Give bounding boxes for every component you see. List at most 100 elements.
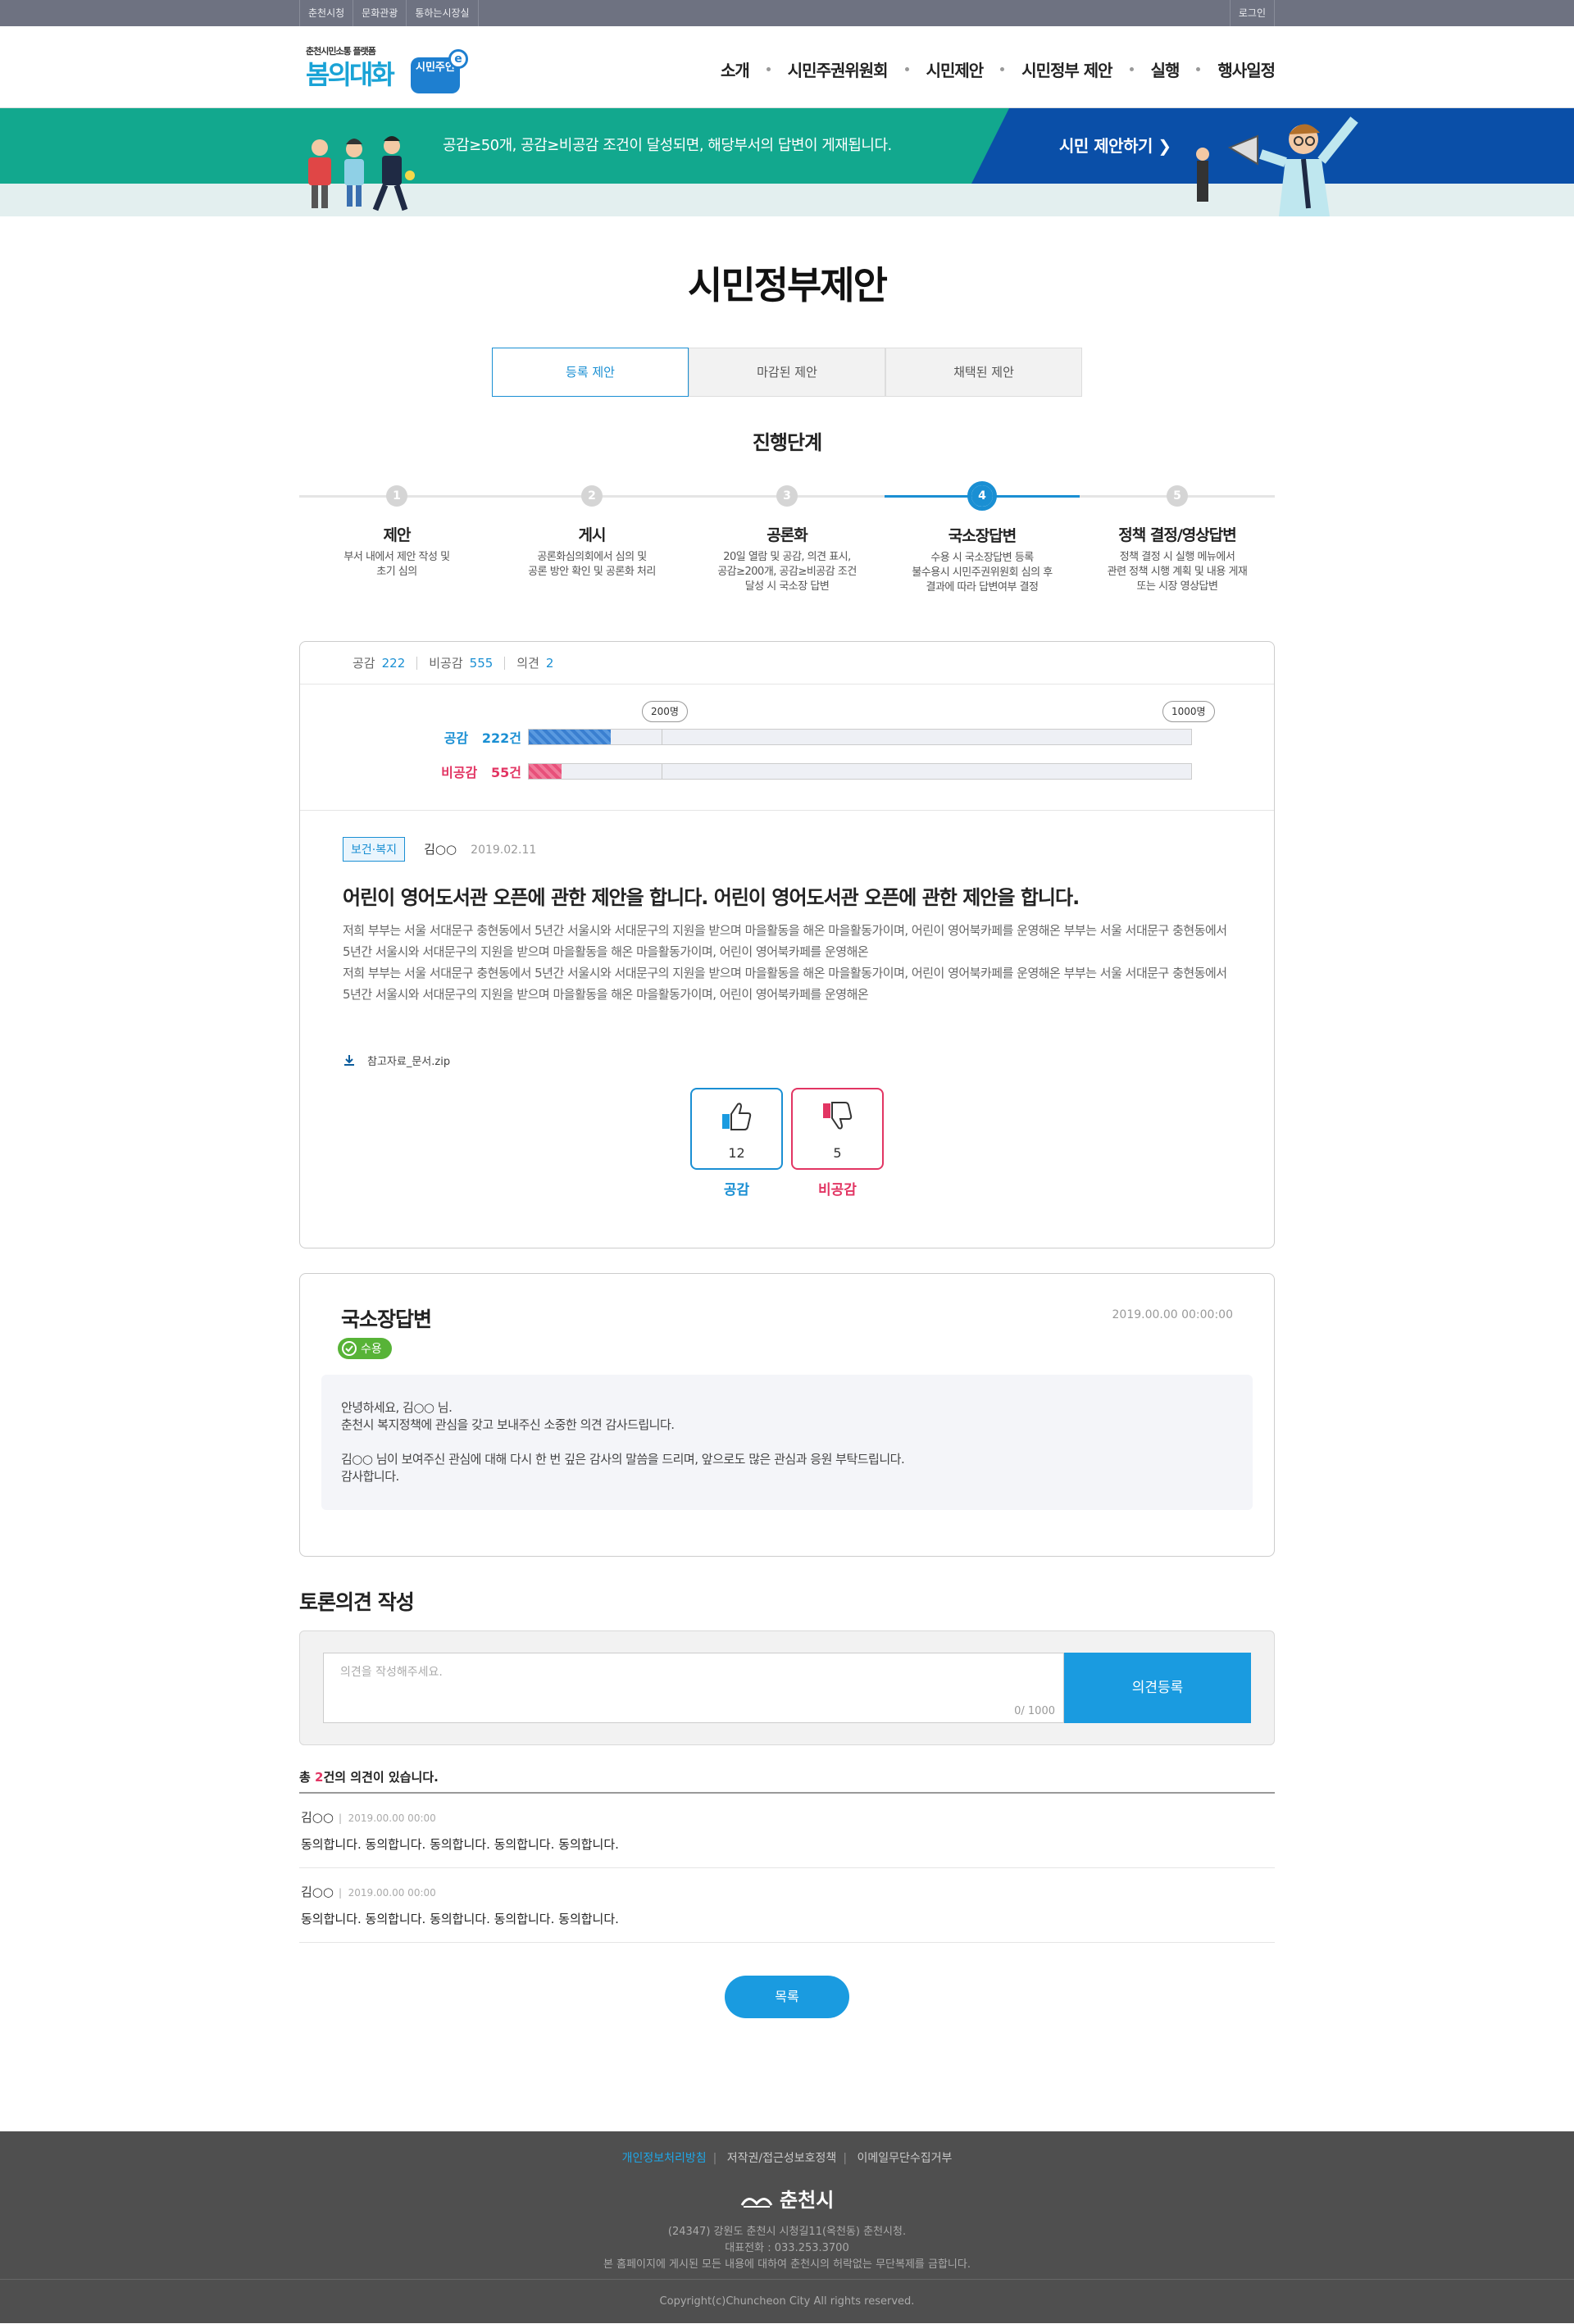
disagree-gauge-label: 비공감 55건 — [441, 765, 521, 780]
content: 시민정부제안 등록 제안 마감된 제안 채택된 제안 진행단계 1 제안 부서 … — [299, 256, 1275, 2018]
step-title: 정책 결정/영상답변 — [1118, 526, 1236, 544]
proposal-text: 저희 부부는 서울 서대문구 충현동에서 5년간 서울시와 서대문구의 지원을 … — [343, 923, 1227, 1002]
char-counter: 0/ 1000 — [1014, 1705, 1055, 1717]
util-link-cityhall[interactable]: 춘천시청 — [299, 0, 353, 26]
progress-steps: 1 제안 부서 내에서 제안 작성 및 초기 심의 2 게시 공론화심의회에서 … — [299, 481, 1275, 595]
proposal-title: 어린이 영어도서관 오픈에 관한 제안을 합니다. 어린이 영어도서관 오픈에 … — [343, 886, 1080, 909]
disagree-button[interactable]: 5 — [791, 1088, 884, 1170]
megaphone-man-illustration — [1196, 116, 1358, 216]
submit-comment-button[interactable]: 의견등록 — [1064, 1653, 1251, 1723]
threshold-marker-200: 200명 — [642, 701, 688, 722]
tab-registered[interactable]: 등록 제안 — [492, 348, 689, 397]
step-title: 게시 — [578, 526, 607, 544]
footer-link-privacy[interactable]: 개인정보처리방침 — [622, 2152, 707, 2165]
footer-link-copyright[interactable]: 저작권/접근성보호정책 — [727, 2152, 837, 2165]
proposal-detail: 공감 222 비공감 555 의견 2 200명 1000명 공감 222건 비공감 … — [299, 641, 1275, 1248]
disagree-count: 5 — [833, 1145, 842, 1161]
footer-copyright: Copyright(c)Chuncheon City All rights re… — [0, 2279, 1574, 2323]
nav-separator — [766, 67, 771, 71]
list-button[interactable]: 목록 — [725, 1976, 849, 2018]
nav-item-citizen-proposal[interactable]: 시민제안 — [926, 57, 985, 81]
step-number: 4 — [967, 481, 997, 511]
comment-placeholder: 의견을 작성해주세요. — [340, 1666, 443, 1679]
nav-item-execution[interactable]: 실행 — [1151, 57, 1180, 81]
thumbs-down-icon — [822, 1102, 852, 1130]
attachment-link[interactable]: 참고자료_문서.zip — [343, 1053, 1231, 1068]
disagree-summary-count: 555 — [469, 655, 494, 671]
step-description: 수용 시 국소장답변 등록 불수용시 시민주권위원회 심의 후 결과에 따라 답… — [912, 552, 1053, 594]
comment-item: 김○○ | 2019.00.00 00:00 동의합니다. 동의합니다. 동의합니… — [299, 1868, 1275, 1943]
city-logo-icon — [740, 2198, 772, 2208]
step-description: 공론화심의회에서 심의 및 공론 방안 확인 및 공론화 처리 — [528, 551, 656, 578]
disagree-gauge-track — [528, 763, 1192, 780]
disagree-gauge-fill — [529, 764, 562, 779]
step-title: 국소장답변 — [948, 527, 1017, 545]
step-description: 20일 열람 및 공감, 의견 표시, 공감≥200개, 공감≥비공감 조건 달… — [717, 551, 857, 593]
step-number: 1 — [386, 485, 407, 507]
step-title: 공론화 — [767, 526, 807, 544]
footer-links: 개인정보처리방침 | 저작권/접근성보호정책 | 이메일무단수집거부 — [621, 2152, 953, 2165]
comment-total-count: 2 — [315, 1770, 324, 1785]
step-title: 제안 — [383, 526, 412, 544]
footer-address: (24347) 강원도 춘천시 시청길11(옥천동) 춘천시청. 대표전화 : … — [603, 2226, 971, 2271]
utility-links: 춘천시청 문화관광 통하는시장실 — [299, 0, 479, 26]
agree-summary-count: 222 — [381, 655, 406, 671]
step-description: 부서 내에서 제안 작성 및 초기 심의 — [343, 551, 450, 578]
step-2: 2 게시 공론화심의회에서 심의 및 공론 방안 확인 및 공론화 처리 — [494, 483, 689, 595]
check-circle-icon — [342, 1341, 357, 1356]
opinion-summary-count: 2 — [545, 655, 554, 671]
agree-gauge-track — [528, 729, 1192, 745]
vote-buttons: 12 5 — [343, 1088, 1231, 1170]
nav-item-gov-proposal[interactable]: 시민정부 제안 — [1021, 57, 1112, 81]
category-badge: 보건·복지 — [343, 837, 405, 862]
agree-gauge-fill — [529, 730, 612, 744]
vote-gauge: 200명 1000명 공감 222건 비공감 55건 — [300, 684, 1274, 811]
step-1: 1 제안 부서 내에서 제안 작성 및 초기 심의 — [299, 483, 494, 595]
comment-form: 의견을 작성해주세요. 0/ 1000 의견등록 — [299, 1630, 1275, 1745]
nav-item-intro[interactable]: 소개 — [721, 57, 750, 81]
nav-item-events[interactable]: 행사일정 — [1217, 57, 1276, 81]
comment-text: 동의합니다. 동의합니다. 동의합니다. 동의합니다. 동의합니다. — [301, 1912, 619, 1926]
footer-link-email[interactable]: 이메일무단수집거부 — [858, 2152, 953, 2165]
step-number: 3 — [776, 485, 798, 507]
main-nav: 소개 시민주권위원회 시민제안 시민정부 제안 실행 행사일정 — [721, 57, 1276, 81]
logo-title: 봄의대화 — [306, 59, 395, 90]
nav-separator — [1000, 67, 1005, 71]
util-link-mayor-office[interactable]: 통하는시장실 — [406, 0, 479, 26]
opinion-summary-label: 의견 — [516, 656, 539, 671]
step-3: 3 공론화 20일 열람 및 공감, 의견 표시, 공감≥200개, 공감≥비공… — [689, 483, 885, 595]
nav-item-committee[interactable]: 시민주권위원회 — [788, 57, 889, 81]
agree-label: 공감 — [723, 1182, 750, 1198]
threshold-marker-1000: 1000명 — [1162, 701, 1215, 722]
agree-button[interactable]: 12 — [690, 1088, 783, 1170]
tab-closed[interactable]: 마감된 제안 — [689, 348, 885, 397]
comment-textarea[interactable]: 의견을 작성해주세요. 0/ 1000 — [323, 1653, 1064, 1723]
agree-gauge-label: 공감 222건 — [444, 730, 521, 746]
util-link-tourism[interactable]: 문화관광 — [353, 0, 406, 26]
nav-separator — [904, 67, 909, 71]
agree-count: 12 — [728, 1145, 745, 1161]
proposal-date: 2019.02.11 — [471, 844, 537, 857]
answer-body: 안녕하세요, 김○○ 님. 춘천시 복지정책에 관심을 갖고 보내주신 소중한 … — [321, 1375, 1253, 1510]
comment-date: 2019.00.00 00:00 — [348, 1887, 436, 1899]
logo-e-icon: e — [448, 49, 468, 69]
propose-cta-button[interactable]: 시민 제안하기 ❯ — [1059, 108, 1171, 184]
site-footer: 개인정보처리방침 | 저작권/접근성보호정책 | 이메일무단수집거부 춘천시 (24… — [0, 2131, 1574, 2323]
comment-form-title: 토론의견 작성 — [299, 1590, 415, 1614]
tab-adopted[interactable]: 채택된 제안 — [885, 348, 1082, 397]
utility-bar: 춘천시청 문화관광 통하는시장실 로그인 — [0, 0, 1574, 26]
step-4-current: 4 국소장답변 수용 시 국소장답변 등록 불수용시 시민주권위원회 심의 후 … — [885, 481, 1080, 595]
proposal-author: 김○○ — [424, 842, 457, 857]
step-description: 정책 결정 시 실행 메뉴에서 관련 정책 시행 계획 및 내용 게재 또는 시… — [1107, 551, 1248, 593]
citizens-illustration — [308, 136, 415, 211]
vote-summary: 공감 222 비공감 555 의견 2 — [300, 642, 1274, 684]
comment-item: 김○○ | 2019.00.00 00:00 동의합니다. 동의합니다. 동의합니… — [299, 1794, 1275, 1868]
proposal-body: 보건·복지 김○○ 2019.02.11 어린이 영어도서관 오픈에 관한 제안… — [300, 811, 1274, 1248]
steps-title: 진행단계 — [752, 431, 822, 454]
download-icon — [344, 1054, 354, 1066]
disagree-summary-label: 비공감 — [429, 656, 463, 671]
disagree-label: 비공감 — [818, 1182, 857, 1198]
site-logo[interactable]: 춘천시민소통 플랫폼 봄의대화 시민주인 e — [303, 44, 475, 93]
proposal-tabs: 등록 제안 마감된 제안 채택된 제안 — [299, 348, 1275, 397]
login-link[interactable]: 로그인 — [1229, 0, 1275, 26]
